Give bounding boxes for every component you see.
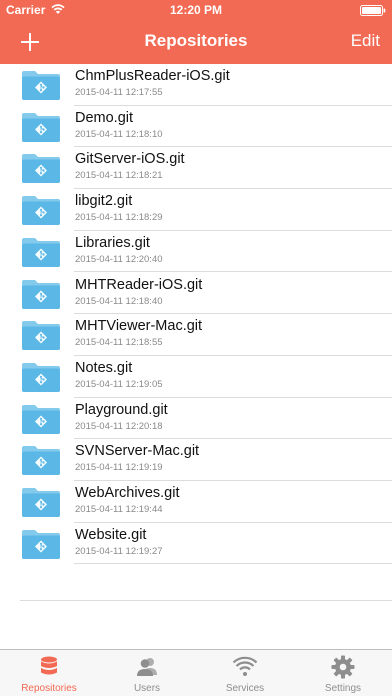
repository-row[interactable]: Demo.git 2015-04-11 12:18:10 <box>0 106 392 148</box>
tab-label: Repositories <box>21 683 77 694</box>
repository-row[interactable]: libgit2.git 2015-04-11 12:18:29 <box>0 189 392 231</box>
list-end-divider <box>20 600 392 601</box>
repository-date: 2015-04-11 12:18:29 <box>75 212 163 224</box>
repository-list[interactable]: ChmPlusReader-iOS.git 2015-04-11 12:17:55… <box>0 64 392 649</box>
tab-settings[interactable]: Settings <box>294 650 392 696</box>
git-folder-icon <box>21 278 61 310</box>
git-folder-icon <box>21 444 61 476</box>
status-time: 12:20 PM <box>169 3 223 17</box>
git-folder-icon <box>21 403 61 435</box>
row-divider <box>74 563 392 565</box>
tab-users[interactable]: Users <box>98 650 196 696</box>
database-icon <box>36 655 62 679</box>
tab-label: Settings <box>324 683 362 694</box>
repository-row[interactable]: MHTViewer-Mac.git 2015-04-11 12:18:55 <box>0 314 392 356</box>
git-folder-icon <box>21 361 61 393</box>
tab-repositories[interactable]: Repositories <box>0 650 98 696</box>
repository-name: GitServer-iOS.git <box>75 151 185 168</box>
repository-name: Demo.git <box>75 109 134 126</box>
tab-label: Services <box>225 683 265 694</box>
repository-date: 2015-04-11 12:20:18 <box>75 420 163 432</box>
repository-date: 2015-04-11 12:17:55 <box>75 87 163 98</box>
repository-name: Website.git <box>75 526 147 543</box>
repository-row[interactable]: Libraries.git 2015-04-11 12:20:40 <box>0 231 392 273</box>
navigation-bar: Repositories Edit <box>0 20 392 64</box>
users-icon <box>134 655 160 679</box>
repository-row[interactable]: Website.git 2015-04-11 12:19:27 <box>0 523 392 565</box>
repository-name: MHTReader-iOS.git <box>75 276 203 293</box>
repository-name: Notes.git <box>75 359 133 376</box>
repository-name: libgit2.git <box>75 193 133 210</box>
top-bar: Carrier 12:20 PM Repositories Edit <box>0 0 392 64</box>
battery-icon <box>360 5 386 16</box>
repository-date: 2015-04-11 12:18:55 <box>75 337 163 349</box>
git-folder-icon <box>21 319 61 351</box>
repository-date: 2015-04-11 12:20:40 <box>75 253 163 265</box>
repository-date: 2015-04-11 12:19:19 <box>75 462 163 474</box>
tab-bar: Repositories Users Services Settings <box>0 649 392 696</box>
git-folder-icon <box>21 528 61 560</box>
git-folder-icon <box>21 236 61 268</box>
repository-row[interactable]: Notes.git 2015-04-11 12:19:05 <box>0 356 392 398</box>
app-screen: Carrier 12:20 PM Repositories Edit ChmPl… <box>0 0 392 696</box>
repository-row[interactable]: GitServer-iOS.git 2015-04-11 12:18:21 <box>0 147 392 190</box>
repository-row[interactable]: Playground.git 2015-04-11 12:20:18 <box>0 398 392 440</box>
repository-date: 2015-04-11 12:19:05 <box>75 378 163 390</box>
repository-date: 2015-04-11 12:19:27 <box>75 545 163 557</box>
gear-icon <box>330 655 356 679</box>
git-folder-icon <box>21 152 61 184</box>
repository-row[interactable]: ChmPlusReader-iOS.git 2015-04-11 12:17:55 <box>0 64 392 106</box>
git-folder-icon <box>21 69 61 101</box>
repository-name: WebArchives.git <box>75 485 180 501</box>
wifi-icon <box>232 655 258 679</box>
status-bar: Carrier 12:20 PM <box>0 0 392 20</box>
page-title: Repositories <box>144 31 248 50</box>
repository-name: MHTViewer-Mac.git <box>75 318 203 335</box>
repository-date: 2015-04-11 12:19:44 <box>75 504 163 515</box>
repository-name: ChmPlusReader-iOS.git <box>75 68 230 84</box>
git-folder-icon <box>21 194 61 226</box>
git-folder-icon <box>21 486 61 518</box>
git-folder-icon <box>21 111 61 143</box>
repository-row[interactable]: MHTReader-iOS.git 2015-04-11 12:18:40 <box>0 273 392 315</box>
repository-name: Playground.git <box>75 401 168 418</box>
repository-date: 2015-04-11 12:18:40 <box>75 295 163 307</box>
repository-row[interactable]: WebArchives.git 2015-04-11 12:19:44 <box>0 481 392 523</box>
tab-label: Users <box>133 683 161 694</box>
repository-name: Libraries.git <box>75 234 150 251</box>
repository-date: 2015-04-11 12:18:10 <box>75 128 163 140</box>
repository-name: SVNServer-Mac.git <box>75 443 200 460</box>
repository-row[interactable]: SVNServer-Mac.git 2015-04-11 12:19:19 <box>0 439 392 481</box>
repository-date: 2015-04-11 12:18:21 <box>75 170 163 182</box>
edit-button[interactable]: Edit <box>351 31 380 51</box>
tab-services[interactable]: Services <box>196 650 294 696</box>
